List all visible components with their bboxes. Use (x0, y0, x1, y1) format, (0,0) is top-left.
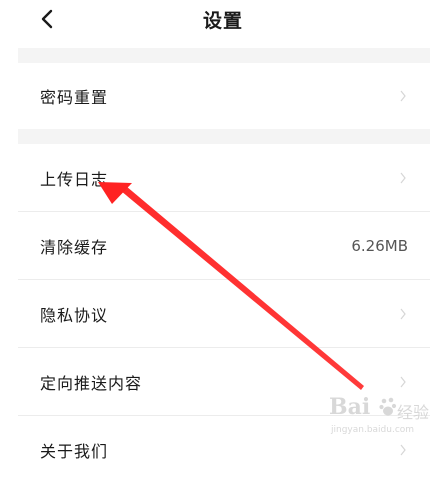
settings-item-privacy-policy[interactable]: 隐私协议 (18, 280, 430, 348)
settings-item-about-us[interactable]: 关于我们 (18, 416, 430, 484)
settings-item-password-reset[interactable]: 密码重置 (18, 63, 430, 129)
chevron-right-icon (400, 376, 406, 388)
top-bar: 设置 (0, 0, 446, 48)
settings-item-upload-log[interactable]: 上传日志 (18, 144, 430, 212)
settings-item-targeted-push[interactable]: 定向推送内容 (18, 348, 430, 416)
chevron-right-icon (400, 172, 406, 184)
settings-item-label: 关于我们 (40, 442, 109, 461)
settings-item-label: 清除缓存 (40, 238, 109, 257)
section-gap (18, 129, 430, 144)
cache-size-value: 6.26MB (351, 237, 408, 255)
settings-item-clear-cache[interactable]: 清除缓存 6.26MB (18, 212, 430, 280)
chevron-right-icon (400, 90, 406, 102)
section-gap (18, 48, 430, 63)
chevron-right-icon (400, 308, 406, 320)
settings-item-label: 上传日志 (40, 170, 109, 189)
chevron-right-icon (400, 444, 406, 456)
settings-item-label: 隐私协议 (40, 306, 109, 325)
settings-item-label: 密码重置 (40, 88, 109, 107)
settings-item-label: 定向推送内容 (40, 374, 143, 393)
page-title: 设置 (202, 10, 243, 32)
